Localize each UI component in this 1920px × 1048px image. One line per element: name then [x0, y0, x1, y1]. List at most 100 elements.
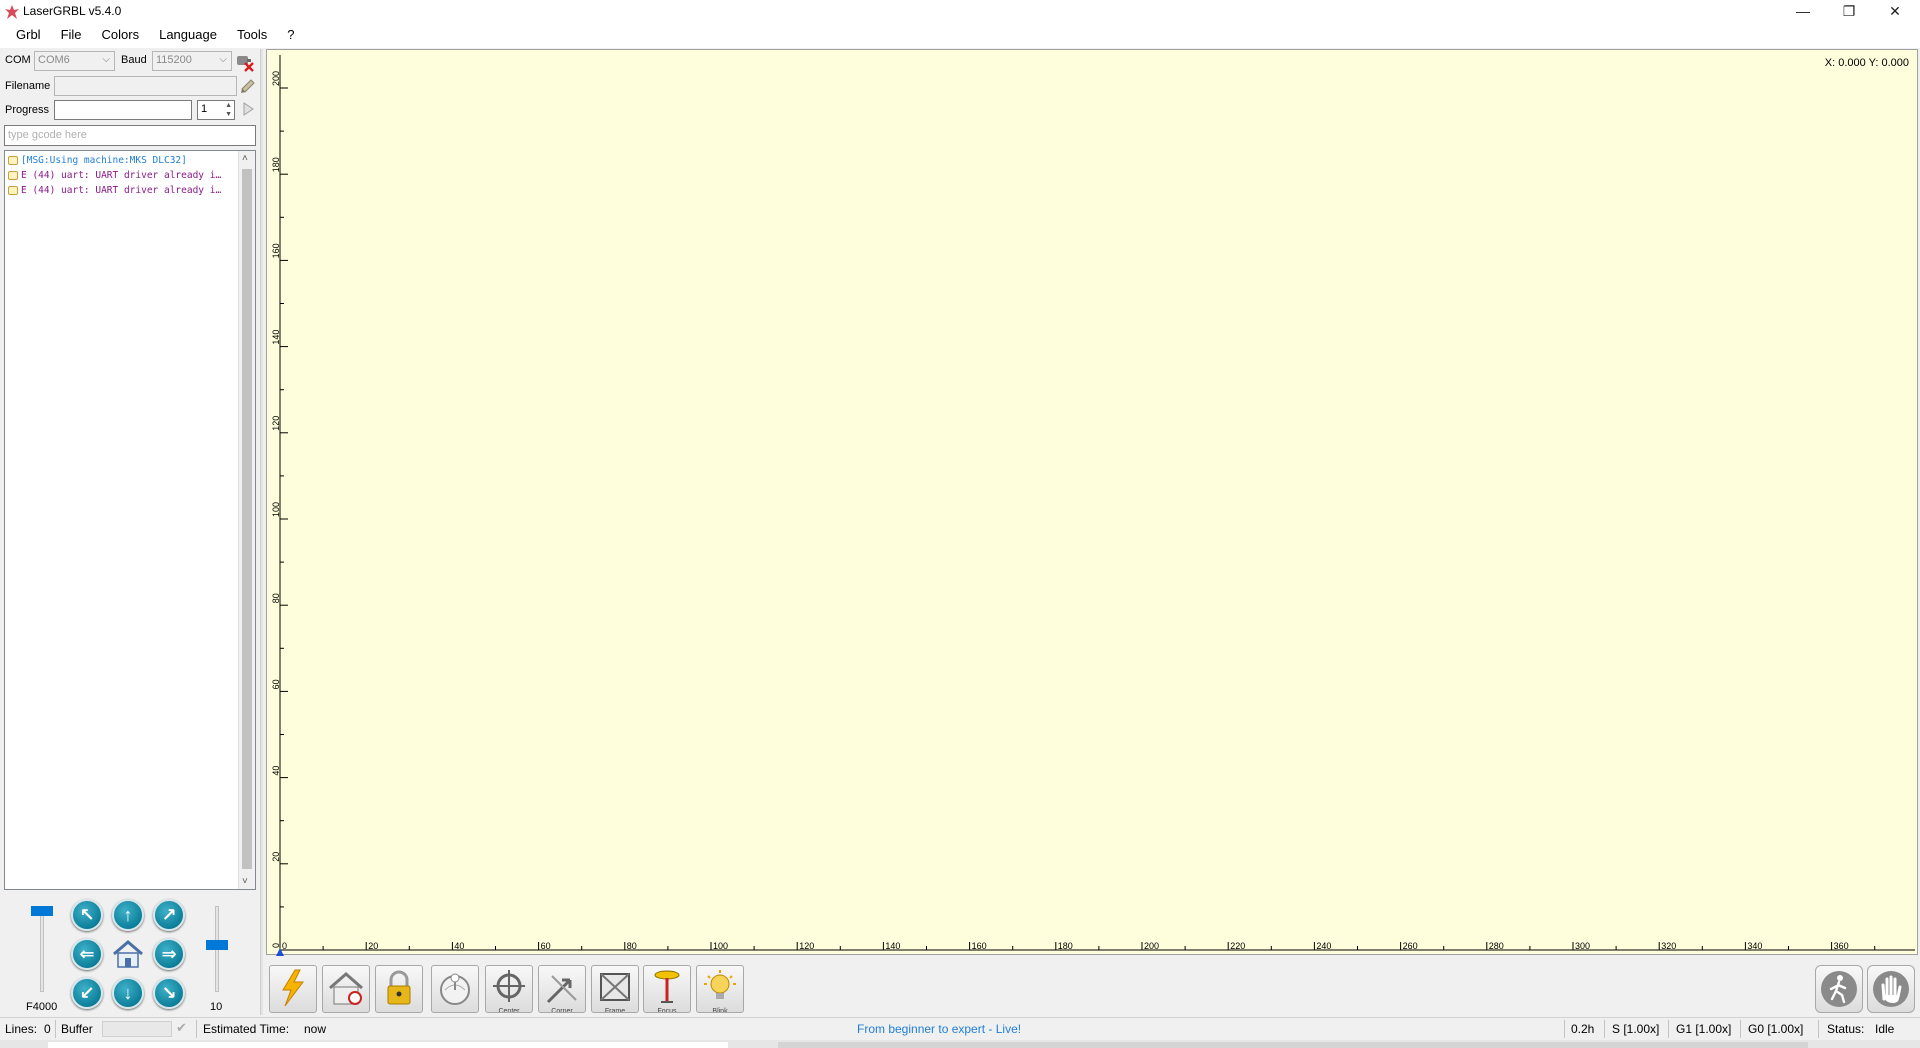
unlock-button[interactable] — [375, 965, 423, 1013]
feed-slider-track[interactable] — [40, 906, 44, 992]
resume-button[interactable] — [1815, 965, 1863, 1013]
minimize-button[interactable]: — — [1780, 0, 1826, 22]
x-tick-label: 340 — [1747, 941, 1762, 951]
divider — [1564, 1020, 1565, 1038]
g1-override[interactable]: G1 [1.00x] — [1676, 1022, 1731, 1036]
laser-on-icon — [273, 968, 313, 1011]
menu-file[interactable]: File — [51, 22, 92, 48]
baud-label: Baud — [121, 54, 147, 66]
focus-button[interactable]: Focus — [643, 965, 691, 1013]
log-line: E (44) uart: UART driver already i… — [5, 183, 237, 198]
promo-link[interactable]: From beginner to expert - Live! — [857, 1022, 1021, 1036]
x-tick-label: 160 — [972, 941, 987, 951]
x-tick-label: 100 — [713, 941, 728, 951]
x-tick-label: 280 — [1489, 941, 1504, 951]
com-port-select[interactable]: COM6 ⌵ — [34, 51, 115, 71]
y-tick-label: 120 — [271, 416, 281, 431]
elapsed-time: 0.2h — [1571, 1022, 1595, 1036]
menu-tools[interactable]: Tools — [227, 22, 277, 48]
jog-left-button[interactable]: ⇐ — [71, 938, 103, 970]
scroll-up-icon[interactable]: ˄ — [242, 153, 248, 164]
baud-rate-select[interactable]: 115200 ⌵ — [152, 51, 232, 71]
stop-button[interactable] — [1867, 965, 1915, 1013]
maximize-button[interactable]: ❐ — [1826, 0, 1872, 22]
close-button[interactable]: ✕ — [1872, 0, 1918, 22]
y-tick-label: 100 — [271, 502, 281, 517]
x-tick-label: 80 — [627, 941, 637, 951]
preview-canvas[interactable]: X: 0.000 Y: 0.000 0 20 40 60 80 100 120 140 160 1… — [266, 49, 1918, 956]
unlock-icon — [379, 968, 419, 1011]
open-file-icon[interactable] — [239, 77, 257, 95]
jog-down-button[interactable]: ↓ — [112, 977, 144, 1009]
connect-disconnect-icon[interactable] — [235, 52, 255, 72]
corner-icon — [542, 968, 582, 1011]
jog-down-right-button[interactable]: ↘ — [153, 977, 185, 1009]
y-tick-label: 180 — [271, 157, 281, 172]
menu-language[interactable]: Language — [149, 22, 227, 48]
menu-colors[interactable]: Colors — [92, 22, 150, 48]
copies-value: 1 — [201, 103, 208, 115]
divider — [55, 1020, 56, 1038]
x-tick-label: 20 — [368, 941, 378, 951]
menu-help[interactable]: ? — [277, 22, 304, 48]
stepper-arrows-icon[interactable]: ▲ ▼ — [225, 101, 232, 119]
laser-on-button[interactable] — [269, 965, 317, 1013]
set-origin-icon — [435, 968, 475, 1011]
focus-label: Focus — [657, 1008, 677, 1013]
jog-down-left-button[interactable]: ↙ — [71, 977, 103, 1009]
set-origin-button[interactable] — [431, 965, 479, 1013]
jog-right-button[interactable]: ⇒ — [153, 938, 185, 970]
x-tick-label: 300 — [1575, 941, 1590, 951]
estimated-time-label: Estimated Time: — [203, 1022, 290, 1036]
y-tick-label: 80 — [271, 593, 281, 603]
status-bar: Lines: 0 Buffer ✔ Estimated Time: now Fr… — [0, 1017, 1920, 1039]
x-tick-label: 60 — [541, 941, 551, 951]
progress-bar — [54, 100, 192, 120]
homing-button[interactable] — [322, 965, 370, 1013]
jog-up-right-button[interactable]: ↗ — [153, 899, 185, 931]
log-text: [MSG:Using machine:MKS DLC32] — [21, 155, 187, 166]
buffer-bar — [102, 1021, 172, 1037]
divider — [1604, 1020, 1605, 1038]
axis-lines — [279, 55, 1915, 951]
home-icon[interactable] — [110, 938, 146, 970]
y-tick-label: 160 — [271, 243, 281, 258]
jog-up-left-button[interactable]: ↖ — [71, 899, 103, 931]
baud-rate-value: 115200 — [156, 54, 192, 66]
y-tick-label: 60 — [271, 679, 281, 689]
menu-grbl[interactable]: Grbl — [6, 22, 51, 48]
scroll-down-icon[interactable]: ˅ — [242, 876, 248, 887]
chevron-down-icon: ⌵ — [219, 54, 227, 65]
x-tick-label: 240 — [1316, 941, 1331, 951]
feed-slider-thumb[interactable] — [31, 906, 53, 916]
gcode-input[interactable]: type gcode here — [4, 125, 256, 146]
log-text: E (44) uart: UART driver already i… — [21, 170, 222, 181]
y-tick-label: 140 — [271, 330, 281, 345]
g0-override[interactable]: G0 [1.00x] — [1748, 1022, 1803, 1036]
run-program-icon[interactable] — [240, 101, 256, 117]
center-button[interactable]: Center — [485, 965, 533, 1013]
filename-field[interactable] — [54, 76, 237, 96]
com-port-value: COM6 — [38, 54, 70, 66]
feed-rate-label: F4000 — [26, 1001, 58, 1013]
panel-splitter[interactable] — [260, 49, 263, 1015]
console-log[interactable]: [MSG:Using machine:MKS DLC32] E (44) uart… — [4, 150, 256, 890]
log-scrollbar[interactable]: ˄ ˅ — [238, 151, 255, 889]
stop-hand-icon — [1873, 971, 1909, 1007]
copies-stepper[interactable]: 1 ▲ ▼ — [197, 100, 235, 120]
s-override[interactable]: S [1.00x] — [1612, 1022, 1659, 1036]
corner-button[interactable]: Corner — [538, 965, 586, 1013]
step-size-label: 10 — [210, 1001, 223, 1013]
message-icon — [8, 156, 18, 165]
jog-up-button[interactable]: ↑ — [112, 899, 144, 931]
taskbar-segment — [778, 1042, 1808, 1048]
frame-button[interactable]: Frame — [591, 965, 639, 1013]
step-slider-thumb[interactable] — [206, 940, 228, 951]
status-label: Status: — [1827, 1022, 1865, 1036]
x-tick-label: 200 — [1144, 941, 1159, 951]
scroll-thumb[interactable] — [242, 169, 252, 869]
blink-button[interactable]: Blink — [696, 965, 744, 1013]
taskbar-strip — [0, 1040, 1920, 1048]
window-title: LaserGRBL v5.4.0 — [23, 4, 122, 18]
blink-label: Blink — [712, 1008, 728, 1013]
